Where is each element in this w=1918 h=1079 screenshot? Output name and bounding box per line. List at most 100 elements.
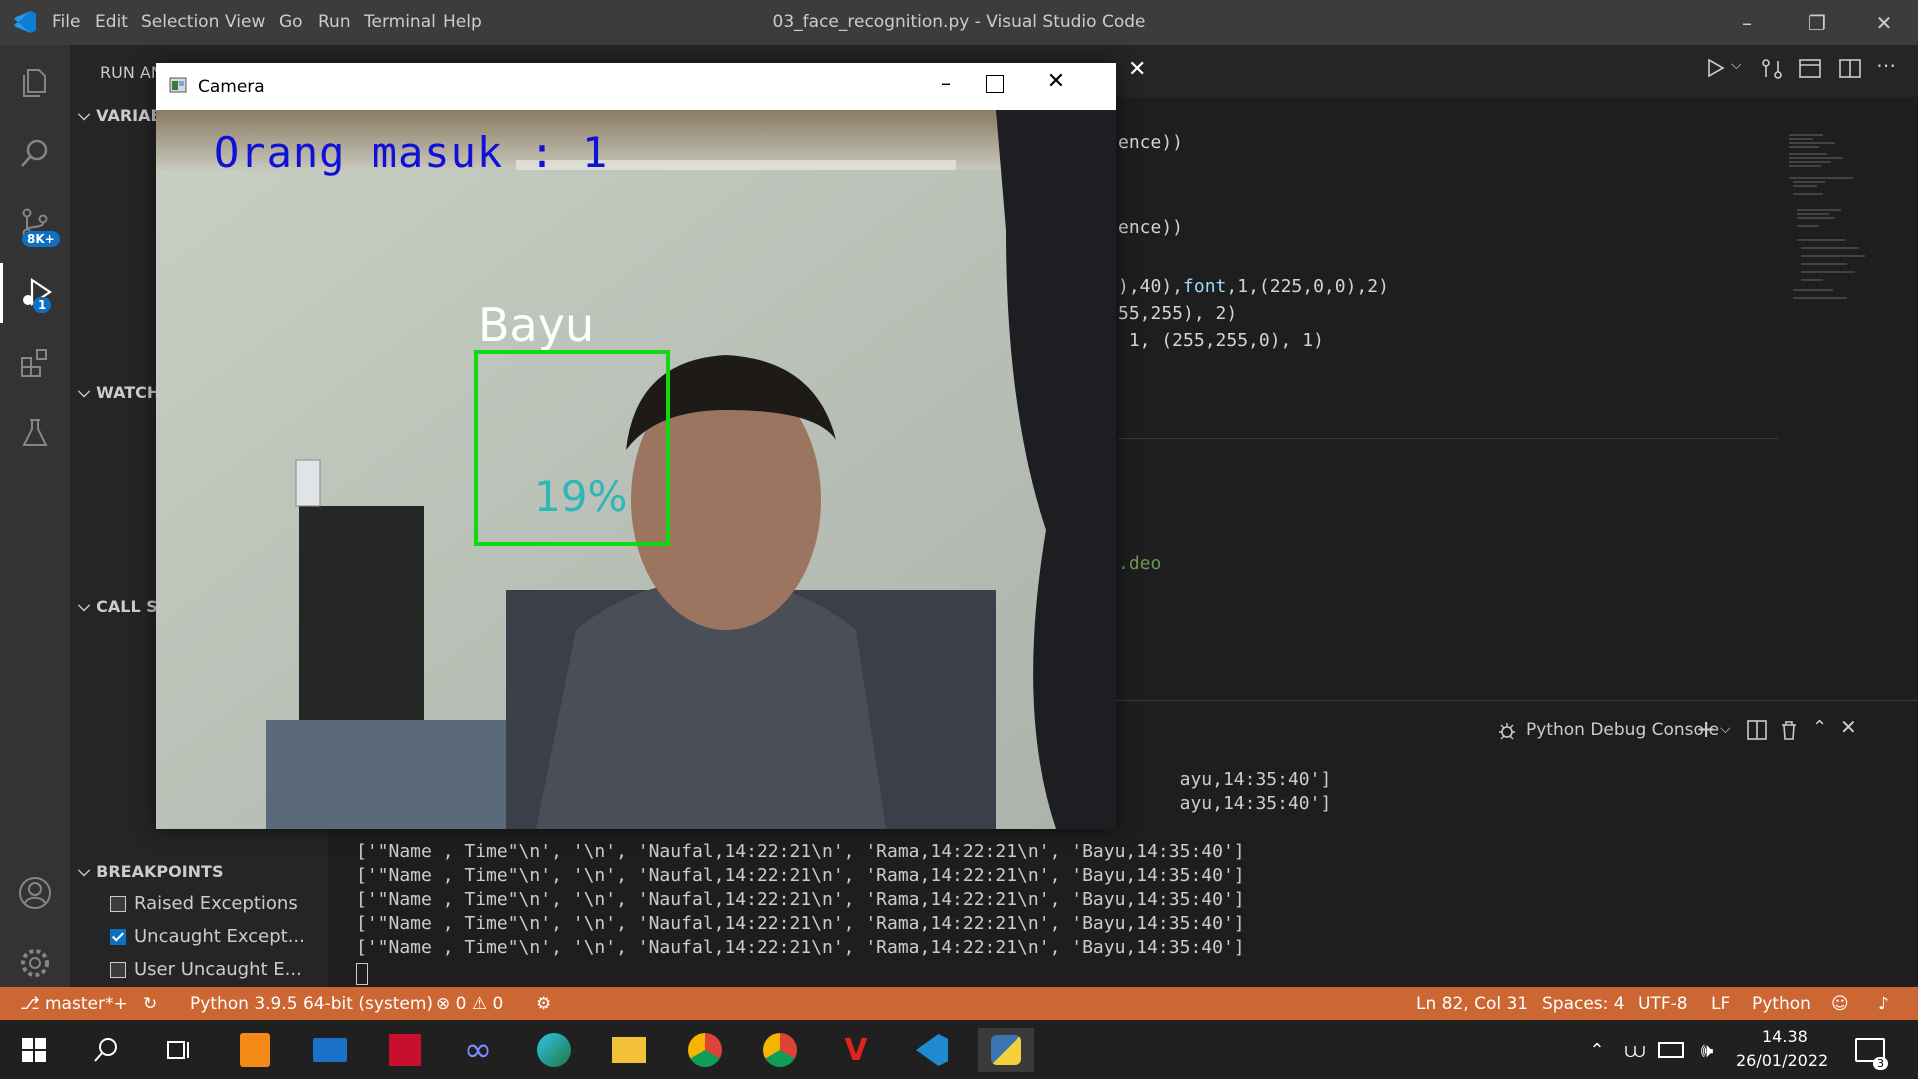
extensions-icon[interactable] (0, 333, 70, 393)
sync-icon[interactable]: ↻ (143, 994, 157, 1014)
breakpoint-uncaught-exceptions[interactable]: Uncaught Except... (110, 926, 305, 947)
console-line: ['"Name , Time"\n', '\n', 'Naufal,14:22:… (356, 865, 1245, 886)
sublime-text-icon[interactable] (233, 1028, 277, 1072)
chevron-down-icon: ⌵ (78, 861, 91, 880)
tray-overflow-chevron-icon[interactable]: ⌃ (1582, 1028, 1612, 1072)
problems-indicator[interactable]: ⊗ 0 ⚠ 0 (436, 994, 503, 1014)
camera-window[interactable]: Camera – ✕ Orang masuk : 1 Bayu 19% (156, 63, 1116, 829)
code-line: ence)) (1118, 132, 1184, 153)
watch-title: WATCH (96, 382, 161, 402)
console-line: ['"Name , Time"\n', '\n', 'Naufal,14:22:… (356, 889, 1245, 910)
callstack-section-header[interactable]: ⌵ CALL S (78, 596, 158, 616)
run-dropdown-chevron-icon[interactable]: ⌵ (1731, 57, 1742, 73)
minimize-button[interactable]: – (1727, 8, 1767, 38)
gift-app-icon[interactable] (383, 1028, 427, 1072)
run-debug-icon[interactable]: 1 (0, 263, 70, 323)
close-panel-icon[interactable]: ✕ (1840, 715, 1857, 739)
warning-icon: ⚠ (471, 994, 488, 1014)
camera-maximize-button[interactable] (986, 75, 1004, 93)
breakpoint-label: User Uncaught E... (134, 959, 302, 980)
split-terminal-icon[interactable] (1746, 719, 1768, 741)
split-editor-icon[interactable] (1838, 57, 1862, 81)
python-taskbar-icon[interactable] (978, 1028, 1034, 1072)
variables-title: VARIAE (96, 105, 162, 125)
camera-minimize-button[interactable]: – (926, 71, 966, 101)
mail-icon[interactable] (308, 1028, 352, 1072)
search-icon[interactable] (0, 123, 70, 183)
language-mode[interactable]: Python (1752, 994, 1811, 1014)
sidebar-header: RUN AN (100, 63, 163, 82)
battery-icon[interactable] (1656, 1028, 1686, 1072)
checkbox[interactable] (110, 961, 126, 978)
breakpoint-raised-exceptions[interactable]: Raised Exceptions (110, 893, 298, 914)
terminal-dropdown-chevron-icon[interactable]: ⌵ (1720, 721, 1731, 737)
git-branch-icon: ⎇ (20, 994, 40, 1014)
settings-gear-icon[interactable] (0, 933, 70, 993)
source-control-icon[interactable]: 8K+ (0, 193, 70, 253)
wifi-icon[interactable]: ⩊ (1620, 1028, 1650, 1072)
terminal-cursor (356, 963, 368, 985)
more-actions-icon[interactable]: ⋯ (1876, 53, 1896, 77)
editor-divider (1118, 438, 1778, 439)
notification-count: 3 (1873, 1057, 1888, 1070)
task-view-icon[interactable] (157, 1028, 201, 1072)
notifications-bell-icon[interactable]: ♪ (1878, 994, 1889, 1014)
console-line: ['"Name , Time"\n', '\n', 'Naufal,14:22:… (356, 913, 1245, 934)
status-bar: ⎇ master*+ ↻ Python 3.9.5 64-bit (system… (0, 987, 1918, 1020)
feedback-icon[interactable]: ☺ (1831, 994, 1849, 1014)
restore-button[interactable]: ❐ (1797, 8, 1837, 38)
account-icon[interactable] (0, 863, 70, 923)
variables-section-header[interactable]: ⌵ VARIAE (78, 105, 161, 125)
clock-date[interactable]: 26/01/2022 (1736, 1051, 1828, 1070)
camera-title-bar[interactable]: Camera – ✕ (156, 63, 1116, 110)
open-preview-icon[interactable] (1798, 57, 1822, 81)
indentation[interactable]: Spaces: 4 (1542, 994, 1625, 1014)
confidence-label: 19% (534, 472, 628, 521)
windows-taskbar: ∞ V ⌃ ⩊ 🕪 14.38 26/01/2022 3 (0, 1020, 1918, 1079)
camera-feed: Orang masuk : 1 Bayu 19% (156, 110, 1116, 829)
encoding[interactable]: UTF-8 (1638, 994, 1688, 1014)
edge-browser-icon[interactable] (532, 1028, 576, 1072)
cursor-position[interactable]: Ln 82, Col 31 (1416, 994, 1528, 1014)
debug-run-icon[interactable]: ⚙ (536, 994, 551, 1014)
minimap[interactable] (1783, 130, 1883, 330)
console-line: ['"Name , Time"\n', '\n', 'Naufal,14:22:… (356, 937, 1245, 958)
debug-badge: 1 (33, 297, 52, 313)
checkbox[interactable] (110, 895, 126, 912)
branch-indicator[interactable]: ⎇ master*+ (20, 994, 128, 1014)
windows-start-icon[interactable] (12, 1028, 56, 1072)
clock-time[interactable]: 14.38 (1762, 1027, 1808, 1046)
file-explorer-icon[interactable] (607, 1028, 651, 1072)
interpreter-selector[interactable]: Python 3.9.5 64-bit (system) (190, 994, 433, 1014)
chrome-icon[interactable] (683, 1028, 727, 1072)
taskbar-search-icon[interactable] (84, 1028, 128, 1072)
run-python-icon[interactable] (1704, 57, 1726, 79)
add-terminal-icon[interactable]: + (1696, 715, 1716, 743)
vivaldi-v-icon[interactable]: V (834, 1028, 878, 1072)
close-tab-icon[interactable]: ✕ (1128, 57, 1146, 82)
vscode-taskbar-icon[interactable] (910, 1028, 954, 1072)
volume-icon[interactable]: 🕪 (1692, 1028, 1722, 1072)
chrome-profile-icon[interactable] (758, 1028, 802, 1072)
notification-center-icon[interactable]: 3 (1850, 1028, 1890, 1072)
checkbox-checked[interactable] (110, 928, 126, 945)
maximize-panel-icon[interactable]: ⌃ (1812, 717, 1827, 738)
code-line: .deo (1118, 553, 1162, 574)
testing-icon[interactable] (0, 403, 70, 463)
end-of-line[interactable]: LF (1711, 994, 1730, 1014)
infinity-app-icon[interactable]: ∞ (456, 1028, 500, 1072)
trash-icon[interactable] (1778, 719, 1800, 741)
face-name-label: Bayu (478, 298, 595, 352)
watch-section-header[interactable]: ⌵ WATCH (78, 382, 160, 402)
explorer-icon[interactable] (0, 53, 70, 113)
panel-title[interactable]: Python Debug Console (1526, 720, 1719, 740)
breakpoint-user-uncaught[interactable]: User Uncaught E... (110, 959, 302, 980)
breakpoints-section-header[interactable]: ⌵ BREAKPOINTS (78, 861, 223, 881)
code-token: ,1,(225,0,0),2) (1226, 276, 1389, 297)
camera-app-icon (169, 77, 187, 93)
window-title: 03_face_recognition.py - Visual Studio C… (772, 12, 1146, 32)
close-window-button[interactable]: ✕ (1864, 8, 1904, 38)
compare-changes-icon[interactable] (1760, 57, 1784, 81)
code-line: ),40),font,1,(225,0,0),2) (1118, 276, 1389, 297)
camera-close-button[interactable]: ✕ (1036, 69, 1076, 99)
